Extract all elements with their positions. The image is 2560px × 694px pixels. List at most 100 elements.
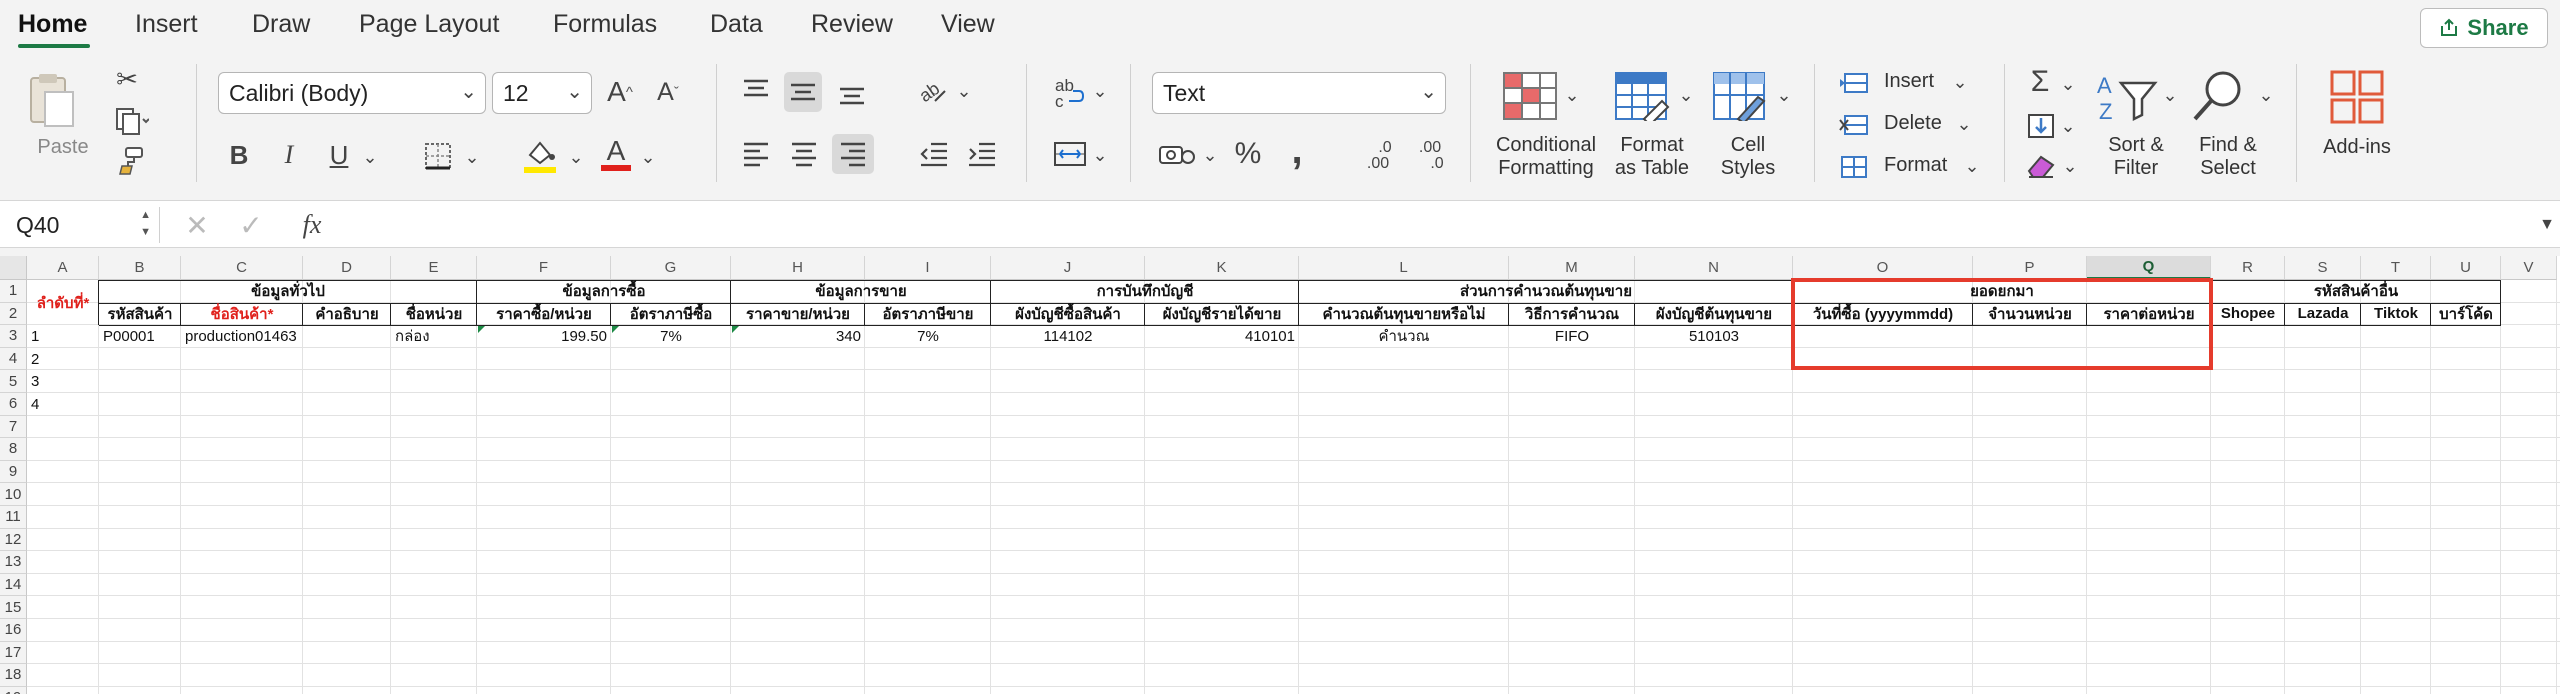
column-header-f[interactable]: F [477,256,611,280]
name-box-stepper-icon[interactable]: ▲ ▼ [140,207,151,241]
cell-a3[interactable]: 1 [31,325,95,348]
column-header-g[interactable]: G [611,256,731,280]
column-header-c[interactable]: C [181,256,303,280]
chevron-down-icon[interactable]: ⌄ [1090,76,1110,106]
column-header-j[interactable]: J [991,256,1145,280]
cell-a6[interactable]: 4 [31,393,95,416]
font-size-select[interactable]: 12 ⌄ [492,72,592,114]
column-header-h[interactable]: H [731,256,865,280]
column-header-i[interactable]: I [865,256,991,280]
column-header-v[interactable]: V [2501,256,2557,280]
add-ins-icon[interactable] [2328,68,2386,126]
tab-insert[interactable]: Insert [135,10,198,39]
column-header-t[interactable]: T [2361,256,2431,280]
cell-a5[interactable]: 3 [31,370,95,393]
tab-home[interactable]: Home [18,10,87,39]
row-header-8[interactable]: 8 [0,438,27,461]
tab-draw[interactable]: Draw [252,10,310,39]
cell-n3[interactable]: 510103 [1639,325,1789,348]
chevron-down-icon[interactable]: ⌄ [1954,110,1974,138]
cancel-entry-icon[interactable]: ✕ [182,209,212,241]
confirm-entry-icon[interactable]: ✓ [236,209,266,241]
row-header-11[interactable]: 11 [0,506,27,529]
chevron-down-icon[interactable]: ⌄ [566,142,586,172]
fill-down-icon[interactable] [2024,110,2058,142]
cell-j3[interactable]: 114102 [995,325,1141,348]
row-header-17[interactable]: 17 [0,641,27,665]
column-header-l[interactable]: L [1299,256,1509,280]
comma-style-button[interactable]: , [1280,128,1314,172]
insert-function-button[interactable]: fx [292,207,332,243]
insert-cells-icon[interactable] [1838,68,1870,98]
cell-l3[interactable]: คำนวณ [1303,325,1505,348]
borders-icon[interactable] [420,138,456,174]
cell-styles-icon[interactable] [1710,70,1770,122]
expand-formula-bar-icon[interactable]: ▼ [2538,213,2556,237]
tab-review[interactable]: Review [811,10,893,39]
cell-e3[interactable]: กล่อง [395,325,473,348]
row-header-1[interactable]: 1 [0,280,27,303]
chevron-down-icon[interactable]: ⌄ [2160,80,2180,110]
decrease-indent-icon[interactable] [916,136,952,172]
align-bottom-icon[interactable] [834,72,870,112]
chevron-down-icon[interactable]: ⌄ [1774,80,1794,110]
tab-data[interactable]: Data [710,10,763,39]
conditional-formatting-icon[interactable] [1500,70,1560,122]
chevron-down-icon[interactable]: ⌄ [1962,152,1982,180]
fill-color-icon[interactable] [520,136,560,176]
tab-view[interactable]: View [941,10,995,39]
shrink-font-icon[interactable]: Aˇ [650,74,686,110]
chevron-down-icon[interactable]: ⌄ [638,142,658,172]
chevron-down-icon[interactable]: ⌄ [1676,80,1696,110]
chevron-down-icon[interactable]: ⌄ [2256,80,2276,110]
cell-m3[interactable]: FIFO [1513,325,1631,348]
sort-filter-icon[interactable]: AZ [2094,68,2160,128]
row-header-9[interactable]: 9 [0,460,27,484]
cell-c3[interactable]: production01463 [185,325,387,348]
column-header-u[interactable]: U [2431,256,2501,280]
formula-input[interactable] [344,207,2504,243]
align-left-icon[interactable] [738,136,774,172]
format-cells-label[interactable]: Format [1884,154,1947,177]
chevron-down-icon[interactable]: ⌄ [2058,70,2078,98]
chevron-down-icon[interactable]: ⌄ [1090,140,1110,170]
row-header-3[interactable]: 3 [0,325,27,348]
font-name-select[interactable]: Calibri (Body) ⌄ [218,72,486,114]
copy-icon[interactable] [112,106,152,136]
increase-decimal-button[interactable]: .0.00 [1356,136,1400,176]
cell-k3[interactable]: 410101 [1149,325,1295,348]
row-header-7[interactable]: 7 [0,415,27,439]
delete-cells-label[interactable]: Delete [1884,112,1942,135]
paste-icon[interactable] [22,70,82,132]
insert-cells-label[interactable]: Insert [1884,70,1934,93]
increase-indent-icon[interactable] [964,136,1000,172]
row-header-12[interactable]: 12 [0,528,27,552]
row-header-2[interactable]: 2 [0,302,27,326]
find-select-icon[interactable] [2190,64,2252,128]
bold-button[interactable]: B [222,138,256,172]
italic-button[interactable]: I [272,138,306,172]
align-middle-icon[interactable] [784,72,822,112]
format-as-table-icon[interactable] [1614,70,1670,122]
column-header-o[interactable]: O [1793,256,1973,280]
chevron-down-icon[interactable]: ⌄ [360,142,380,172]
align-top-icon[interactable] [738,72,774,108]
column-header-s[interactable]: S [2285,256,2361,280]
autosum-icon[interactable]: Σ [2024,64,2056,100]
cell-a4[interactable]: 2 [31,348,95,371]
cell-h3[interactable]: 340 [735,325,861,348]
share-button[interactable]: Share [2420,8,2548,48]
orientation-icon[interactable]: ab [912,72,952,108]
chevron-down-icon[interactable]: ⌄ [1950,68,1970,96]
chevron-down-icon[interactable]: ⌄ [2060,152,2080,180]
format-painter-icon[interactable] [116,146,146,176]
row-header-16[interactable]: 16 [0,619,27,642]
select-all-corner[interactable] [0,256,27,280]
accounting-format-icon[interactable] [1156,136,1200,172]
row-header-19[interactable]: 19 [0,686,27,694]
column-header-n[interactable]: N [1635,256,1793,280]
number-format-select[interactable]: Text ⌄ [1152,72,1446,114]
row-header-6[interactable]: 6 [0,393,27,416]
chevron-down-icon[interactable]: ⌄ [462,142,482,172]
row-header-5[interactable]: 5 [0,370,27,393]
